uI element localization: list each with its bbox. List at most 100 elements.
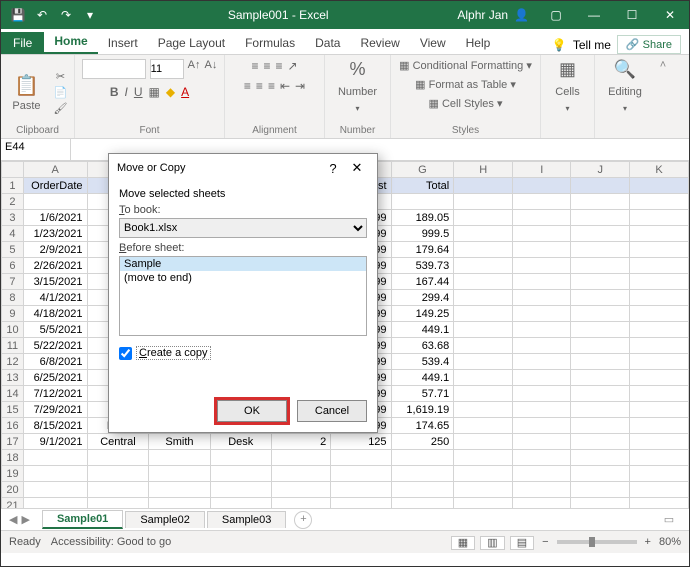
cell-G1[interactable]: Total <box>391 178 454 194</box>
cell-K16[interactable] <box>630 418 689 434</box>
tab-page-layout[interactable]: Page Layout <box>148 32 235 54</box>
cell-G21[interactable] <box>391 498 454 510</box>
cell-I6[interactable] <box>513 258 571 274</box>
align-right-icon[interactable]: ≡ <box>268 79 275 93</box>
row-header-1[interactable]: 1 <box>2 178 24 194</box>
cell-J19[interactable] <box>571 466 630 482</box>
cell-K14[interactable] <box>630 386 689 402</box>
row-header-6[interactable]: 6 <box>2 258 24 274</box>
sheet-nav-next-icon[interactable]: ▶ <box>21 513 29 526</box>
cell-A12[interactable]: 6/8/2021 <box>23 354 87 370</box>
align-top-icon[interactable]: ≡ <box>251 59 258 73</box>
cell-F20[interactable] <box>331 482 391 498</box>
cell-J21[interactable] <box>571 498 630 510</box>
cell-I9[interactable] <box>513 306 571 322</box>
cell-G15[interactable]: 1,619.19 <box>391 402 454 418</box>
cell-B19[interactable] <box>87 466 149 482</box>
cell-H5[interactable] <box>454 242 513 258</box>
zoom-slider[interactable] <box>557 540 637 544</box>
cell-K20[interactable] <box>630 482 689 498</box>
sheet-scroll-icon[interactable]: ▭ <box>649 513 689 526</box>
view-page-layout-icon[interactable]: ▥ <box>480 536 504 550</box>
cell-J20[interactable] <box>571 482 630 498</box>
cell-J17[interactable] <box>571 434 630 450</box>
cell-A14[interactable]: 7/12/2021 <box>23 386 87 402</box>
cell-K4[interactable] <box>630 226 689 242</box>
cell-I21[interactable] <box>513 498 571 510</box>
col-header-J[interactable]: J <box>571 162 630 178</box>
sheet-tab-Sample03[interactable]: Sample03 <box>207 511 287 528</box>
select-all-corner[interactable] <box>2 162 24 178</box>
cell-A20[interactable] <box>23 482 87 498</box>
add-sheet-button[interactable]: + <box>294 511 312 529</box>
view-page-break-icon[interactable]: ▤ <box>510 536 534 550</box>
tellme-icon[interactable]: 💡 <box>552 38 567 52</box>
cell-C20[interactable] <box>149 482 210 498</box>
before-sheet-option[interactable]: Sample <box>120 257 366 271</box>
cell-K13[interactable] <box>630 370 689 386</box>
cell-D19[interactable] <box>210 466 271 482</box>
collapse-ribbon-icon[interactable]: ˄ <box>655 55 671 138</box>
cell-K12[interactable] <box>630 354 689 370</box>
before-sheet-list[interactable]: Sample(move to end) <box>119 256 367 336</box>
cell-D20[interactable] <box>210 482 271 498</box>
row-header-5[interactable]: 5 <box>2 242 24 258</box>
col-header-G[interactable]: G <box>391 162 454 178</box>
cell-H18[interactable] <box>454 450 513 466</box>
cell-J16[interactable] <box>571 418 630 434</box>
cell-H11[interactable] <box>454 338 513 354</box>
tab-review[interactable]: Review <box>350 32 409 54</box>
cell-H19[interactable] <box>454 466 513 482</box>
cell-I16[interactable] <box>513 418 571 434</box>
cell-I19[interactable] <box>513 466 571 482</box>
row-header-3[interactable]: 3 <box>2 210 24 226</box>
cell-F17[interactable]: 125 <box>331 434 391 450</box>
cell-D17[interactable]: Desk <box>210 434 271 450</box>
cell-G3[interactable]: 189.05 <box>391 210 454 226</box>
row-header-9[interactable]: 9 <box>2 306 24 322</box>
cell-K11[interactable] <box>630 338 689 354</box>
ok-button[interactable]: OK <box>217 400 287 422</box>
sheet-tab-Sample01[interactable]: Sample01 <box>42 510 123 529</box>
cell-G6[interactable]: 539.73 <box>391 258 454 274</box>
cell-A18[interactable] <box>23 450 87 466</box>
zoom-out-icon[interactable]: − <box>542 536 548 548</box>
format-as-table-button[interactable]: ▦ Format as Table ▾ <box>415 78 516 91</box>
cell-G10[interactable]: 449.1 <box>391 322 454 338</box>
cell-F21[interactable] <box>331 498 391 510</box>
col-header-H[interactable]: H <box>454 162 513 178</box>
fill-color-icon[interactable]: ◆ <box>166 85 175 99</box>
sheet-tab-Sample02[interactable]: Sample02 <box>125 511 205 528</box>
cell-I5[interactable] <box>513 242 571 258</box>
cell-A6[interactable]: 2/26/2021 <box>23 258 87 274</box>
cell-A4[interactable]: 1/23/2021 <box>23 226 87 242</box>
cell-I4[interactable] <box>513 226 571 242</box>
cell-I20[interactable] <box>513 482 571 498</box>
cell-K5[interactable] <box>630 242 689 258</box>
share-button[interactable]: 🔗 Share <box>617 35 681 54</box>
cell-H2[interactable] <box>454 194 513 210</box>
font-color-icon[interactable]: A <box>181 85 189 99</box>
cell-A9[interactable]: 4/18/2021 <box>23 306 87 322</box>
cell-K10[interactable] <box>630 322 689 338</box>
align-left-icon[interactable]: ≡ <box>244 79 251 93</box>
dialog-help-icon[interactable]: ? <box>321 161 345 176</box>
cell-H3[interactable] <box>454 210 513 226</box>
row-header-2[interactable]: 2 <box>2 194 24 210</box>
conditional-formatting-button[interactable]: ▦ Conditional Formatting ▾ <box>399 59 532 72</box>
orientation-icon[interactable]: ↗ <box>287 59 297 73</box>
cell-C18[interactable] <box>149 450 210 466</box>
cell-I13[interactable] <box>513 370 571 386</box>
create-copy-checkbox[interactable] <box>119 347 132 360</box>
cell-E20[interactable] <box>271 482 330 498</box>
cell-C21[interactable] <box>149 498 210 510</box>
cell-J6[interactable] <box>571 258 630 274</box>
cell-J11[interactable] <box>571 338 630 354</box>
cell-J10[interactable] <box>571 322 630 338</box>
dialog-close-icon[interactable]: ✕ <box>345 160 369 176</box>
cell-I7[interactable] <box>513 274 571 290</box>
cell-G17[interactable]: 250 <box>391 434 454 450</box>
cell-D21[interactable] <box>210 498 271 510</box>
copy-icon[interactable]: 📄 <box>53 85 69 99</box>
cell-G2[interactable] <box>391 194 454 210</box>
